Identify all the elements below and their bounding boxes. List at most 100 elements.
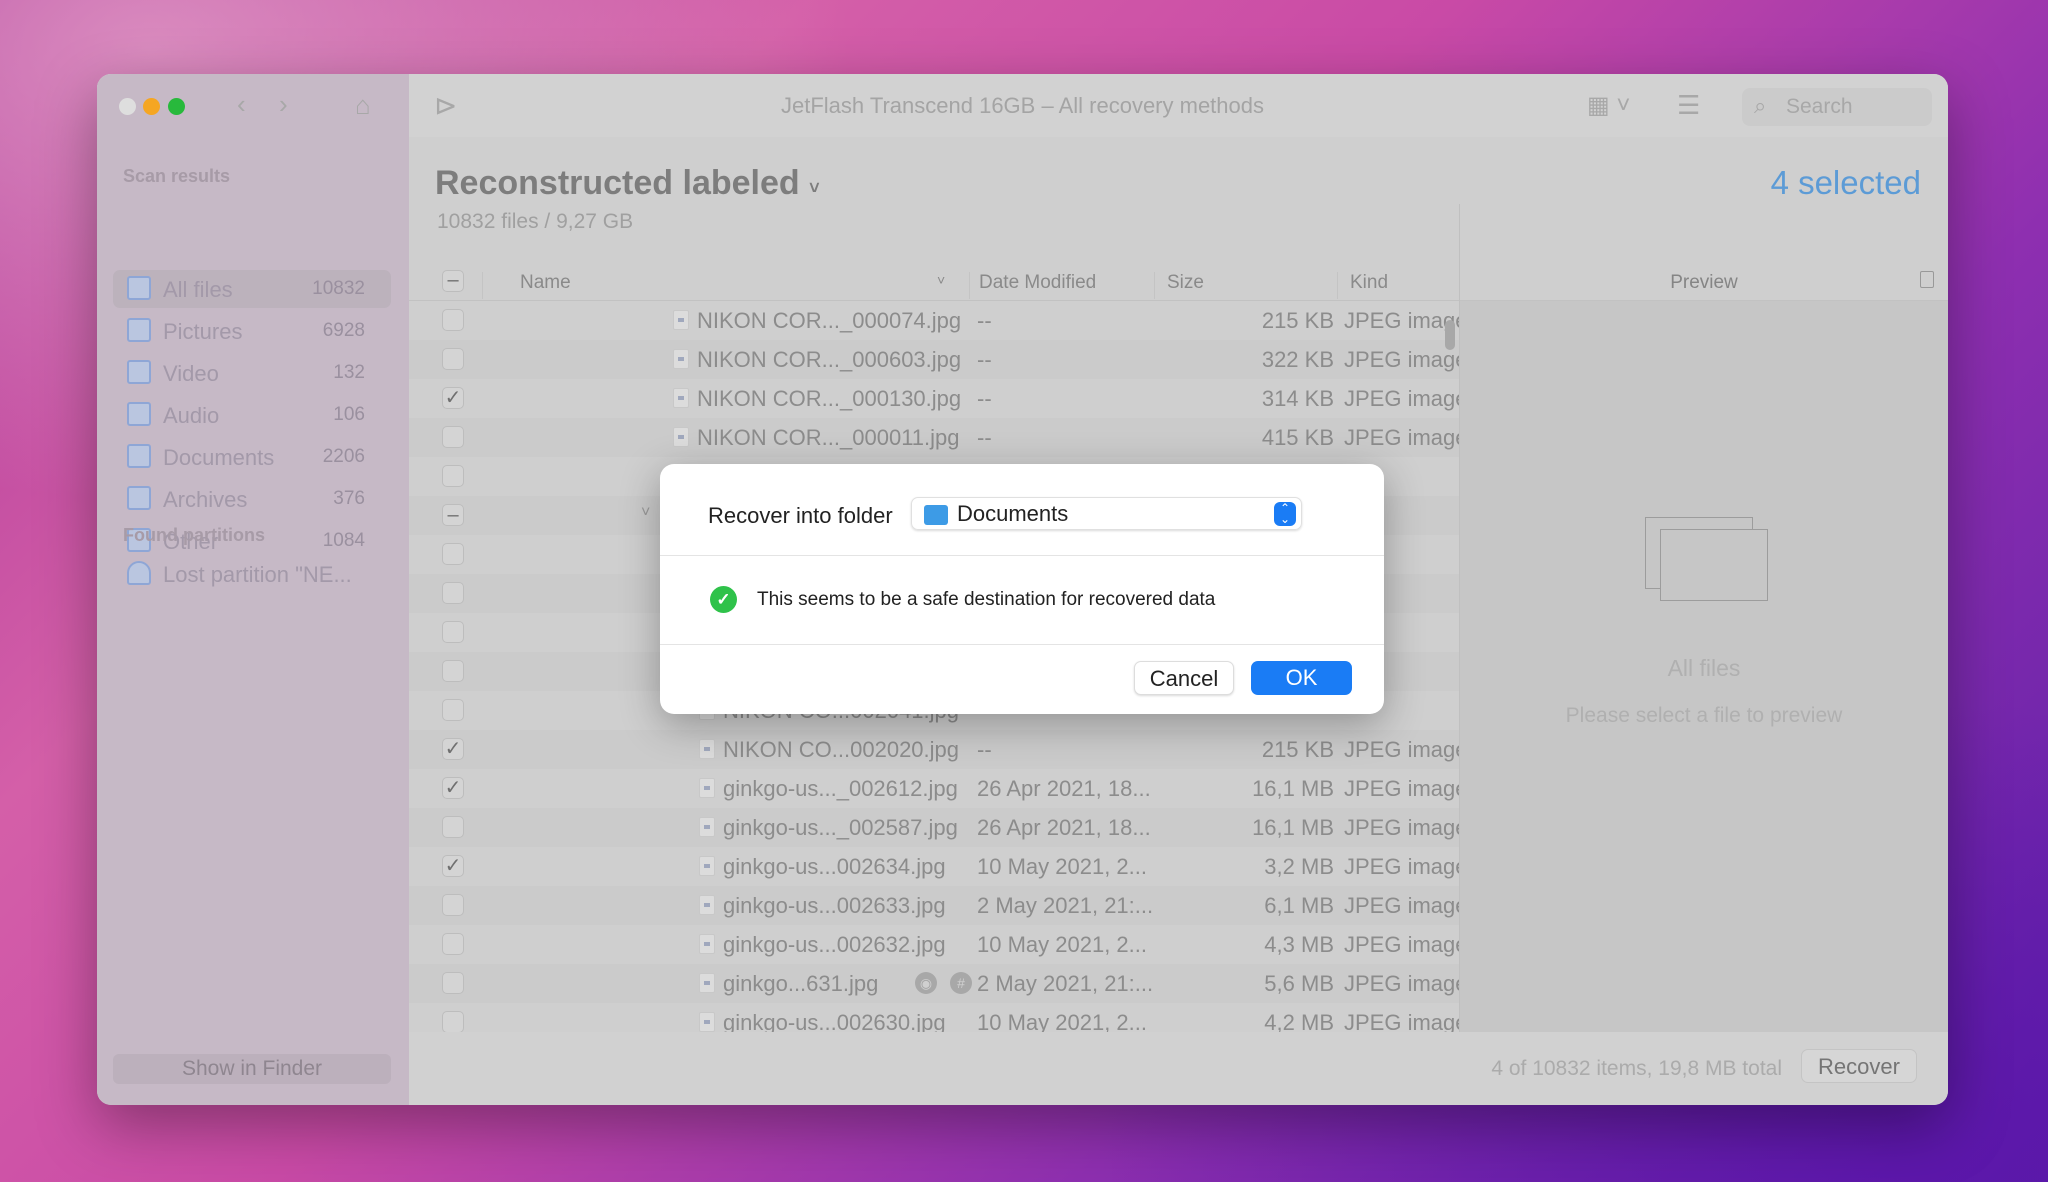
row-checkbox[interactable]: [442, 816, 464, 838]
show-in-finder-button[interactable]: Show in Finder: [113, 1054, 391, 1084]
select-all-checkbox[interactable]: –: [442, 270, 464, 292]
recover-button[interactable]: Recover: [1801, 1049, 1917, 1083]
table-row[interactable]: ginkgo-us..._002587.jpg 26 Apr 2021, 18..…: [409, 808, 1468, 847]
ok-button[interactable]: OK: [1251, 661, 1352, 695]
preview-header-label: Preview: [1670, 272, 1738, 293]
sidebar-item-video[interactable]: Video 132: [113, 354, 391, 392]
file-kind: JPEG image: [1344, 425, 1468, 450]
search-input[interactable]: ⌕ Search: [1742, 88, 1932, 126]
documents-icon: [127, 444, 151, 468]
file-icon: [673, 349, 689, 369]
sidebar-item-all-files[interactable]: All files 10832: [113, 270, 391, 308]
file-name: ginkgo-us..._002612.jpg: [723, 776, 958, 801]
row-checkbox[interactable]: ✓: [442, 387, 464, 409]
file-icon: [699, 817, 715, 837]
file-date: 10 May 2021, 2...: [977, 854, 1147, 879]
page-subtitle: 10832 files / 9,27 GB: [437, 210, 634, 233]
column-divider: [1154, 272, 1155, 299]
column-name[interactable]: Name: [520, 272, 571, 294]
table-row[interactable]: ✓ ginkgo-us...002634.jpg 10 May 2021, 2...…: [409, 847, 1468, 886]
row-checkbox[interactable]: [442, 699, 464, 721]
table-row[interactable]: NIKON COR..._000074.jpg -- 215 KB JPEG imag…: [409, 301, 1468, 340]
sidebar-item-documents[interactable]: Documents 2206: [113, 438, 391, 476]
table-row[interactable]: ginkgo-us...002632.jpg 10 May 2021, 2... 4…: [409, 925, 1468, 964]
row-checkbox[interactable]: [442, 426, 464, 448]
sidebar-item-count: 376: [333, 488, 365, 509]
row-checkbox[interactable]: [442, 348, 464, 370]
checkmark-circle-icon: ✓: [710, 586, 737, 613]
view-mode-icon[interactable]: ▦ ˅: [1587, 94, 1630, 118]
row-checkbox[interactable]: [442, 582, 464, 604]
row-checkbox[interactable]: [442, 309, 464, 331]
table-row[interactable]: NIKON COR..._000011.jpg -- 415 KB JPEG imag…: [409, 418, 1468, 457]
sidebar-item-archives[interactable]: Archives 376: [113, 480, 391, 518]
ghost-icon: [127, 561, 151, 585]
sidebar-item-count: 1084: [322, 530, 365, 551]
tag-icon[interactable]: #: [950, 972, 972, 994]
folder-icon: [924, 505, 948, 525]
column-date[interactable]: Date Modified: [979, 272, 1096, 294]
safe-destination-message: This seems to be a safe destination for …: [757, 589, 1216, 610]
file-kind: JPEG image: [1344, 893, 1468, 918]
sidebar-item-count: 10832: [312, 278, 365, 299]
file-size: 16,1 MB: [1252, 776, 1334, 801]
preview-header: Preview: [1460, 204, 1948, 301]
file-kind: JPEG image: [1344, 932, 1468, 957]
row-checkbox[interactable]: ✓: [442, 777, 464, 799]
file-date: 2 May 2021, 21:...: [977, 971, 1154, 996]
row-checkbox[interactable]: [442, 1011, 464, 1033]
table-row[interactable]: ginkgo-us...002633.jpg 2 May 2021, 21:...…: [409, 886, 1468, 925]
search-placeholder: Search: [1786, 95, 1853, 118]
sidebar-item-label: Archives: [163, 487, 248, 512]
file-kind: JPEG image: [1344, 737, 1468, 762]
sidebar-item-count: 132: [333, 362, 365, 383]
filter-sliders-icon[interactable]: ☰: [1677, 92, 1700, 118]
table-row[interactable]: ✓ NIKON CO...002020.jpg -- 215 KB JPEG image: [409, 730, 1468, 769]
file-name: ginkgo-us...002632.jpg: [723, 932, 946, 957]
table-row[interactable]: ✓ NIKON COR..._000130.jpg -- 314 KB JPEG ima…: [409, 379, 1468, 418]
status-text: 4 of 10832 items, 19,8 MB total: [1491, 1057, 1782, 1080]
row-checkbox[interactable]: ✓: [442, 738, 464, 760]
row-checkbox[interactable]: [442, 894, 464, 916]
column-size[interactable]: Size: [1167, 272, 1204, 294]
row-checkbox[interactable]: [442, 543, 464, 565]
sidebar-item-label: Audio: [163, 403, 220, 428]
file-kind: JPEG image: [1344, 854, 1468, 879]
folder-select[interactable]: Documents ⌃ ⌄: [911, 497, 1302, 530]
row-checkbox[interactable]: [442, 660, 464, 682]
file-size: 215 KB: [1261, 308, 1334, 333]
row-checkbox[interactable]: [442, 621, 464, 643]
file-icon: [699, 739, 715, 759]
file-name: NIKON COR..._000011.jpg: [697, 425, 960, 450]
row-checkbox[interactable]: ✓: [442, 855, 464, 877]
table-row[interactable]: NIKON COR..._000603.jpg -- 322 KB JPEG imag…: [409, 340, 1468, 379]
preview-pane: Preview All files Please select a file t…: [1459, 204, 1948, 1032]
table-row[interactable]: ✓ ginkgo-us..._002612.jpg 26 Apr 2021, 18.…: [409, 769, 1468, 808]
row-checkbox[interactable]: [442, 465, 464, 487]
sidebar-item-label: Pictures: [163, 319, 243, 344]
sidebar-item-audio[interactable]: Audio 106: [113, 396, 391, 434]
cancel-button[interactable]: Cancel: [1134, 661, 1234, 695]
file-size: 3,2 MB: [1264, 854, 1334, 879]
copy-icon[interactable]: [1920, 271, 1934, 288]
table-row[interactable]: ginkgo...631.jpg ◉ #2 May 2021, 21:... 5,6…: [409, 964, 1468, 1003]
sidebar-item-pictures[interactable]: Pictures 6928: [113, 312, 391, 350]
scrollbar[interactable]: [1445, 320, 1455, 350]
sort-chevron-icon[interactable]: ˅: [937, 272, 945, 288]
sidebar-item-lost-partition[interactable]: Lost partition "NE...: [113, 555, 391, 593]
page-title[interactable]: Reconstructed labeled ˅: [435, 164, 820, 203]
disclosure-chevron-icon[interactable]: ˅: [641, 504, 650, 522]
file-date: --: [977, 737, 992, 762]
audio-icon: [127, 402, 151, 426]
row-checkbox[interactable]: [442, 972, 464, 994]
file-icon: [673, 427, 689, 447]
eye-icon[interactable]: ◉: [915, 972, 937, 994]
column-kind[interactable]: Kind: [1350, 272, 1388, 294]
row-checkbox[interactable]: [442, 933, 464, 955]
sidebar-item-count: 106: [333, 404, 365, 425]
column-divider: [482, 272, 483, 299]
row-checkbox[interactable]: –: [442, 504, 464, 526]
found-partitions-heading: Found partitions: [123, 525, 265, 545]
file-name: ginkgo-us..._002587.jpg: [723, 815, 958, 840]
file-icon: [673, 388, 689, 408]
